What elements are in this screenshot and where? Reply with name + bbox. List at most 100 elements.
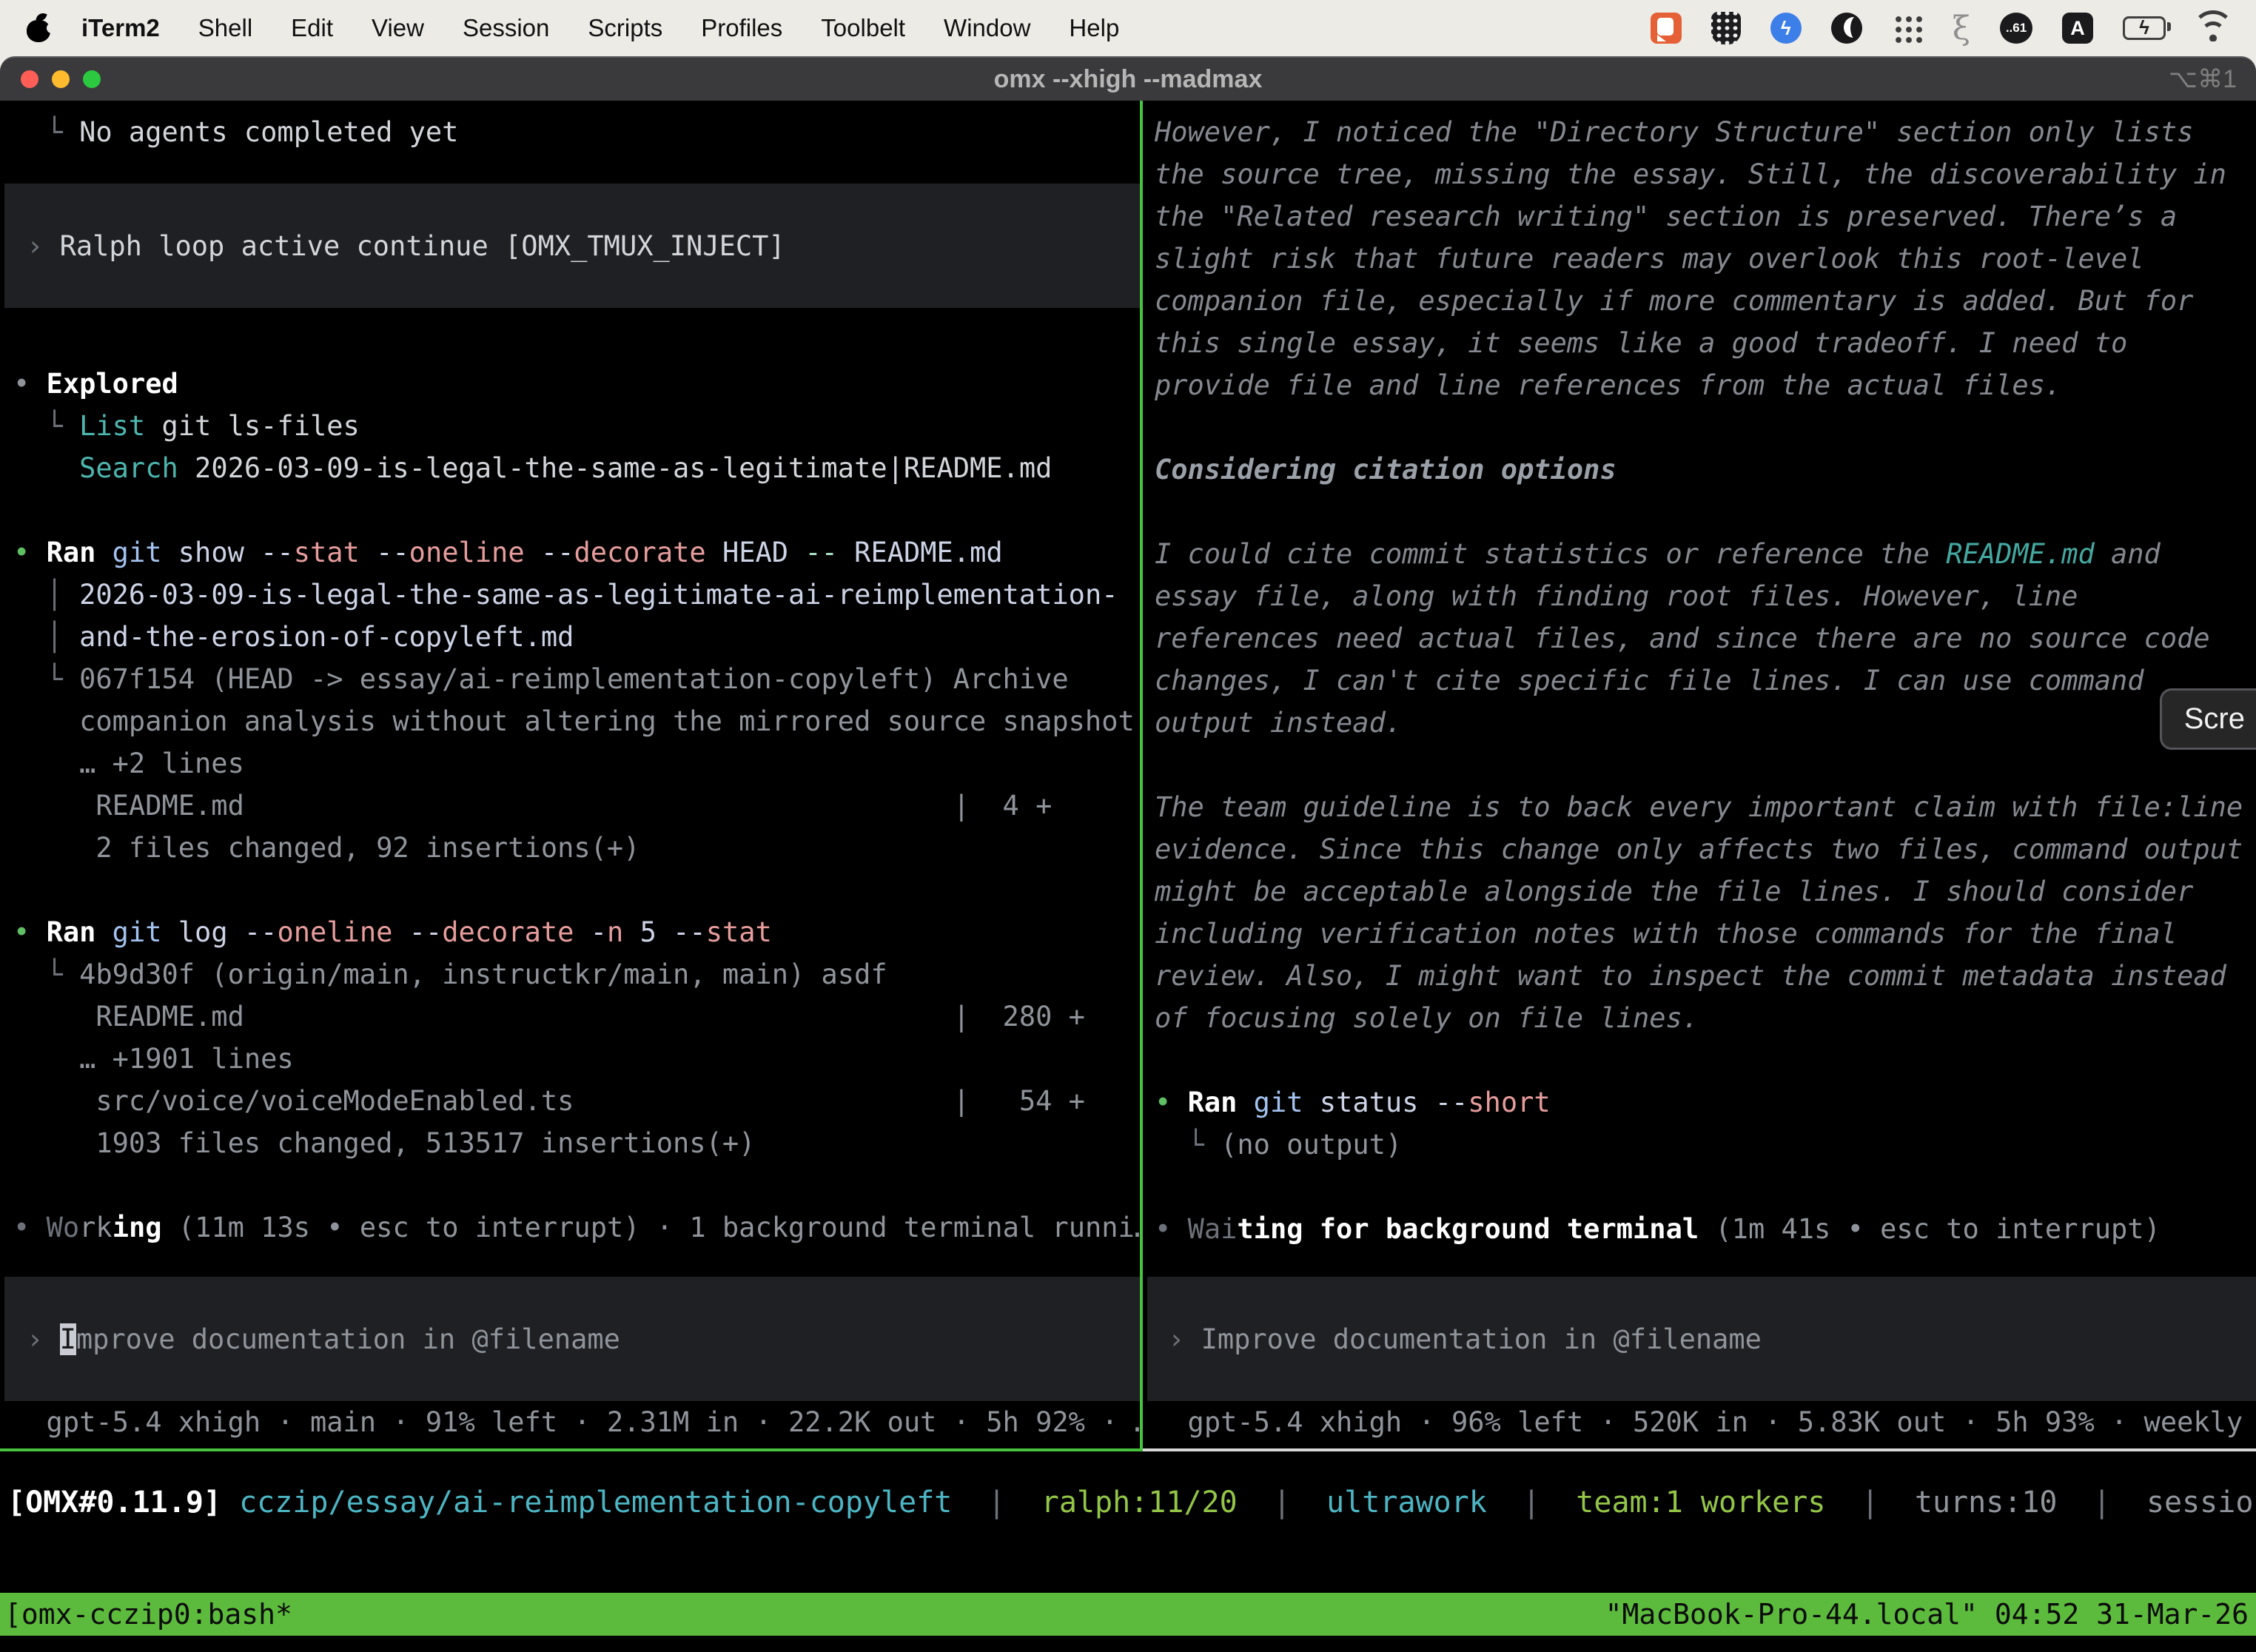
text-segment: -- [541, 537, 574, 568]
command-input[interactable]: › Improve documentation in @filename [1147, 1277, 2256, 1401]
terminal-line: Search 2026-03-09-is-legal-the-same-as-l… [13, 447, 1140, 489]
text-segment: └ [13, 410, 79, 442]
screen: iTerm2 Shell Edit View Session Scripts Profile… [0, 0, 2256, 1652]
text-segment: Wo [47, 1212, 80, 1243]
text-segment: • [13, 368, 47, 400]
terminal-line: • Ran git status --short [1155, 1081, 2256, 1124]
text-segment: slight risk that future readers may over… [1155, 243, 2144, 275]
text-segment [392, 916, 409, 948]
screenshot-icon[interactable] [1651, 13, 1682, 44]
text-segment: stat [706, 916, 772, 948]
terminal-line: • Ran git log --oneline --decorate -n 5 … [13, 911, 1140, 953]
text-segment: git [113, 916, 162, 948]
terminal-line: I could cite commit statistics or refere… [1155, 533, 2256, 575]
text-segment: changes, I can't cite specific file line… [1155, 665, 2144, 696]
input-source-icon[interactable]: A [2062, 13, 2093, 44]
apple-bite [47, 23, 57, 33]
app-badge-icon[interactable]: ϟ [1770, 13, 1802, 44]
terminal-line: • Ran git show --stat --oneline --decora… [13, 531, 1140, 574]
text-segment: 2026-03-09-is-legal-the-same-as-legitima… [79, 579, 1118, 611]
text-segment: │ [13, 579, 79, 611]
spacer [1155, 1166, 2256, 1208]
menu-item-edit[interactable]: Edit [291, 14, 333, 42]
terminal-line: Considering citation options [1155, 449, 2256, 491]
terminal-line: output instead. [1155, 702, 2256, 744]
menu-item-toolbelt[interactable]: Toolbelt [821, 14, 905, 42]
menu-item-profiles[interactable]: Profiles [701, 14, 782, 42]
keypad-icon[interactable] [1711, 12, 1741, 44]
apple-logo-icon[interactable] [27, 14, 52, 42]
spacer [1155, 491, 2256, 533]
text-segment: | [2058, 1485, 2146, 1520]
menu-item-window[interactable]: Window [944, 14, 1030, 42]
text-segment: and-the-erosion-of-copyleft.md [79, 621, 574, 653]
text-segment: › [1168, 1323, 1201, 1355]
text-segment: README.md [1946, 538, 2094, 570]
text-segment: and [2095, 538, 2161, 570]
terminal-line: 1903 files changed, 513517 insertions(+) [13, 1122, 1140, 1164]
pane-left-content[interactable]: └ No agents completed yet› Ralph loop ac… [0, 101, 1140, 1448]
terminal-line: │ 2026-03-09-is-legal-the-same-as-legiti… [13, 574, 1140, 616]
text-segment: -- [673, 916, 706, 948]
text-segment: • [13, 537, 47, 568]
terminal-line: However, I noticed the "Directory Struct… [1155, 111, 2256, 153]
terminal-line: the source tree, missing the essay. Stil… [1155, 153, 2256, 195]
window-title-bar[interactable]: omx --xhigh --madmax ⌥⌘1 [0, 56, 2256, 101]
text-segment: this single essay, it seems like a good … [1155, 327, 2127, 359]
menu-item-view[interactable]: View [372, 14, 424, 42]
text-segment: (no output) [1221, 1129, 1402, 1161]
text-segment: Explored [47, 368, 178, 400]
text-segment: companion analysis without altering the … [13, 705, 1135, 737]
menu-item-scripts[interactable]: Scripts [588, 14, 662, 42]
text-segment: … +1901 lines [13, 1043, 294, 1075]
terminal-line: … +2 lines [13, 742, 1140, 785]
apple-body [27, 20, 50, 42]
menu-item-iterm2[interactable]: iTerm2 [81, 14, 160, 42]
command-input[interactable]: › Improve documentation in @filename [4, 1277, 1140, 1401]
terminal-line: README.md | 4 + [13, 785, 1140, 827]
screen-sharing-tooltip: Scre [2160, 688, 2256, 750]
terminal-line: • Explored [13, 363, 1140, 405]
terminal-line: … +1901 lines [13, 1038, 1140, 1080]
text-segment: -- [805, 537, 838, 568]
text-segment: Ran [1188, 1087, 1238, 1118]
text-segment: | [1238, 1485, 1326, 1520]
terminal-line: README.md | 280 + [13, 995, 1140, 1038]
terminal-line: slight risk that future readers may over… [1155, 238, 2256, 280]
terminal-line: changes, I can't cite specific file line… [1155, 659, 2256, 702]
terminal-area[interactable]: └ No agents completed yet› Ralph loop ac… [0, 101, 2256, 1652]
pane-right-content[interactable]: However, I noticed the "Directory Struct… [1143, 101, 2256, 1448]
text-segment: Wai [1188, 1213, 1238, 1245]
command-input[interactable]: › Ralph loop active continue [OMX_TMUX_I… [4, 184, 1140, 308]
text-segment: oneline [277, 916, 392, 948]
text-segment: | [1487, 1485, 1576, 1520]
terminal-line: essay file, along with finding root file… [1155, 575, 2256, 617]
menu-item-help[interactable]: Help [1069, 14, 1119, 42]
terminal-line: └ 067f154 (HEAD -> essay/ai-reimplementa… [13, 658, 1140, 700]
text-segment: - [591, 916, 607, 948]
text-segment: team:1 workers [1576, 1485, 1825, 1520]
squiggle-icon[interactable]: ξ [1953, 10, 1970, 47]
text-segment: the source tree, missing the essay. Stil… [1155, 158, 2226, 190]
battery-icon[interactable] [2123, 16, 2166, 40]
menu-item-session[interactable]: Session [463, 14, 549, 42]
text-segment: git [113, 537, 162, 568]
text-segment: List [79, 410, 145, 442]
terminal-line: evidence. Since this change only affects… [1155, 828, 2256, 870]
text-segment: The team guideline is to back every impo… [1155, 791, 2243, 823]
spacer [13, 153, 1140, 184]
terminal-line: the "Related research writing" section i… [1155, 195, 2256, 238]
wifi-icon[interactable] [2195, 15, 2231, 41]
input-line: › Improve documentation in @filename [27, 1318, 620, 1360]
spacer [1155, 1250, 2256, 1277]
text-segment: … +2 lines [13, 748, 244, 779]
menu-item-shell[interactable]: Shell [198, 14, 252, 42]
terminal-line: src/voice/voiceModeEnabled.ts | 54 + [13, 1080, 1140, 1122]
text-segment: references need actual files, and since … [1155, 622, 2210, 654]
dots-grid-icon[interactable] [1892, 13, 1923, 44]
crescent-icon[interactable] [1831, 13, 1862, 44]
text-segment: (1m 41s • esc to interrupt) [1699, 1213, 2161, 1245]
percent-badge-icon[interactable]: ..61 [2000, 13, 2032, 44]
text-segment: log [162, 916, 244, 948]
terminal-line: companion analysis without altering the … [13, 700, 1140, 742]
